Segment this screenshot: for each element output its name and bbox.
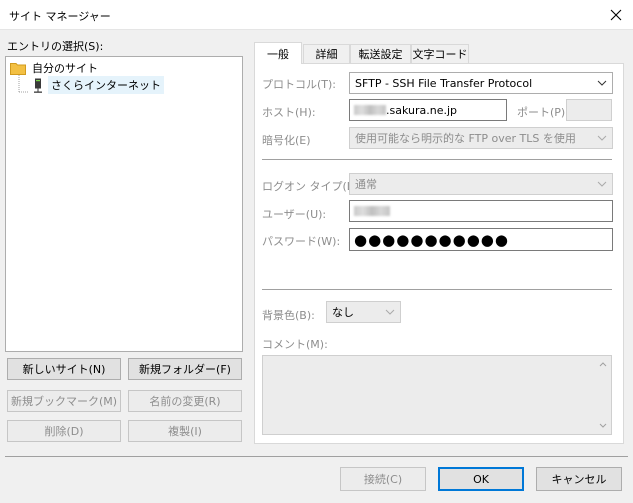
rename-button[interactable]: 名前の変更(R) [128, 390, 242, 412]
chevron-down-icon [597, 181, 607, 187]
tab-advanced[interactable]: 詳細 [303, 44, 350, 63]
chevron-down-icon [385, 309, 395, 315]
comment-textarea[interactable] [262, 355, 612, 435]
password-input[interactable]: ●●●●●●●●●●● [349, 228, 613, 251]
connect-button[interactable]: 接続(C) [340, 467, 426, 491]
comment-scrollbar[interactable] [595, 356, 611, 434]
encryption-value: 使用可能なら明示的な FTP over TLS を使用 [355, 132, 576, 145]
tree-item-my-sites[interactable]: 自分のサイト [10, 60, 98, 76]
port-input[interactable] [566, 99, 612, 121]
duplicate-button[interactable]: 複製(I) [128, 420, 242, 442]
host-label: ホスト(H): [262, 106, 316, 119]
entry-select-label: エントリの選択(S): [7, 40, 104, 53]
tab-charset[interactable]: 文字コード [411, 44, 469, 63]
tree-item-sakura[interactable]: さくらインターネット [33, 76, 164, 94]
port-label: ポート(P): [517, 106, 569, 119]
close-icon [610, 9, 621, 21]
bgcolor-label: 背景色(B): [262, 309, 315, 322]
logon-type-label: ログオン タイプ(L): [262, 180, 361, 193]
redacted-host-prefix [354, 105, 386, 115]
tree-item-label: さくらインターネット [48, 76, 164, 94]
new-site-button[interactable]: 新しいサイト(N) [7, 358, 121, 380]
tab-transfer-settings[interactable]: 転送設定 [350, 44, 411, 63]
cancel-button[interactable]: キャンセル [536, 467, 622, 491]
tree-item-label: 自分のサイト [32, 62, 98, 75]
tab-general[interactable]: 一般 [254, 42, 302, 64]
logon-type-value: 通常 [355, 178, 377, 191]
chevron-down-icon [597, 135, 607, 141]
server-icon [34, 78, 42, 93]
protocol-label: プロトコル(T): [262, 78, 337, 91]
site-tree[interactable]: 自分のサイト さくらインターネット [5, 56, 243, 352]
window-title: サイト マネージャー [9, 10, 111, 23]
close-button[interactable] [598, 0, 633, 30]
scroll-up-icon[interactable] [599, 362, 607, 367]
separator [262, 159, 612, 160]
redacted-username [354, 206, 390, 216]
new-bookmark-button[interactable]: 新規ブックマーク(M) [7, 390, 121, 412]
ok-button[interactable]: OK [438, 467, 524, 491]
password-label: パスワード(W): [262, 235, 341, 248]
comment-label: コメント(M): [262, 338, 328, 351]
encryption-select[interactable]: 使用可能なら明示的な FTP over TLS を使用 [349, 127, 613, 149]
protocol-select[interactable]: SFTP - SSH File Transfer Protocol [349, 72, 613, 94]
encryption-label: 暗号化(E) [262, 134, 311, 147]
host-input[interactable]: .sakura.ne.jp [349, 99, 507, 121]
chevron-down-icon [597, 80, 607, 86]
bgcolor-select[interactable]: なし [326, 301, 401, 323]
delete-button[interactable]: 削除(D) [7, 420, 121, 442]
bgcolor-value: なし [332, 306, 354, 319]
separator [262, 289, 612, 290]
scroll-down-icon[interactable] [599, 423, 607, 428]
user-input[interactable] [349, 200, 613, 222]
host-value: .sakura.ne.jp [386, 103, 458, 117]
footer-separator [5, 456, 628, 457]
logon-type-select[interactable]: 通常 [349, 173, 613, 195]
user-label: ユーザー(U): [262, 208, 327, 221]
folder-icon [10, 63, 26, 75]
new-folder-button[interactable]: 新規フォルダー(F) [128, 358, 242, 380]
protocol-value: SFTP - SSH File Transfer Protocol [355, 76, 533, 90]
